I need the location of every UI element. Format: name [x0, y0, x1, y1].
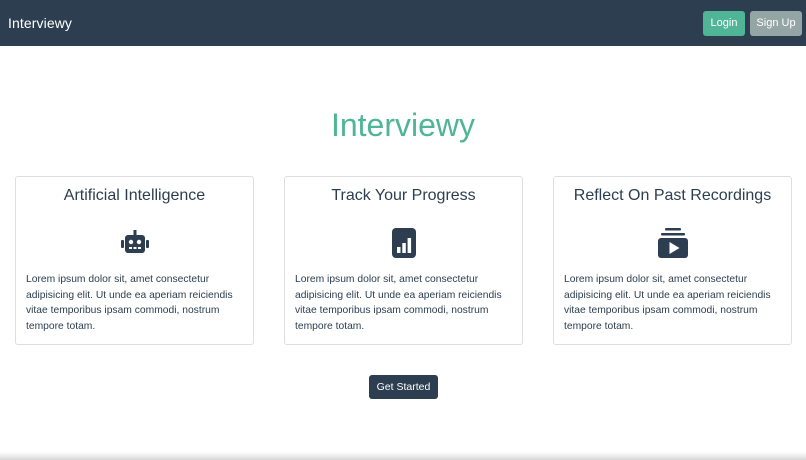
feature-card-text: Lorem ipsum dolor sit, amet consectetur …: [295, 274, 502, 332]
feature-card-text: Lorem ipsum dolor sit, amet consectetur …: [564, 274, 771, 332]
brand-name[interactable]: Interviewy: [8, 15, 72, 31]
top-navbar: Interviewy Login Sign Up: [0, 0, 806, 46]
robot-icon: [120, 230, 149, 253]
video-playlist-icon: [657, 228, 688, 258]
get-started-button[interactable]: Get Started: [369, 375, 438, 399]
feature-card-text: Lorem ipsum dolor sit, amet consectetur …: [26, 274, 233, 332]
feature-card-title: Artificial Intelligence: [63, 187, 206, 204]
login-button[interactable]: Login: [703, 10, 745, 36]
feature-card-ai: Artificial Intelligence Lorem ipsum dolo…: [15, 176, 254, 345]
hero-title: Interviewy: [330, 107, 476, 143]
signup-button[interactable]: Sign Up: [750, 10, 802, 36]
feature-card-progress: Track Your Progress Lorem ipsum dolor si…: [284, 176, 523, 345]
feature-card-recordings: Reflect On Past Recordings Lorem ipsum d…: [553, 176, 792, 345]
chart-icon: [391, 228, 416, 258]
feature-card-title: Track Your Progress: [331, 187, 476, 204]
nav-actions: Login Sign Up: [703, 10, 802, 36]
feature-card-title: Reflect On Past Recordings: [573, 187, 772, 204]
window-bottom-edge: [0, 452, 806, 460]
